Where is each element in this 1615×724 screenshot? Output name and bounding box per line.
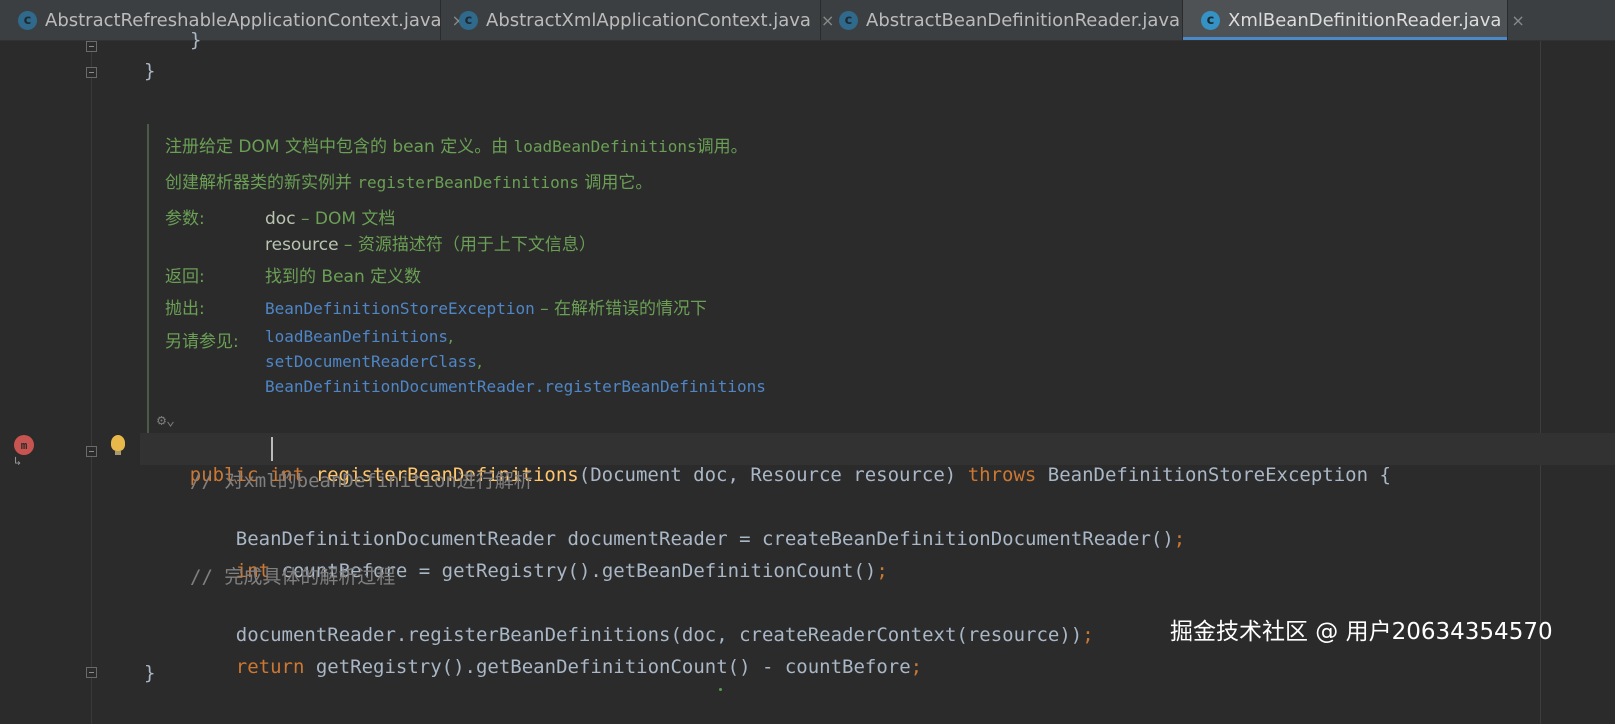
doc-returns-label: 返回: <box>165 267 205 287</box>
code-brace: } <box>190 29 202 51</box>
close-icon[interactable]: × <box>1511 11 1524 30</box>
class-icon: c <box>459 10 478 30</box>
fold-marker[interactable] <box>86 41 97 52</box>
editor-tab-bar: c AbstractRefreshableApplicationContext.… <box>0 0 1615 41</box>
doc-link[interactable]: BeanDefinitionStoreException <box>265 299 535 318</box>
doc-render-toggle-icon[interactable]: ⚙⌄ <box>157 411 175 429</box>
tab-label: AbstractXmlApplicationContext.java <box>486 9 811 31</box>
class-icon: c <box>18 10 37 30</box>
fold-marker[interactable] <box>86 446 97 457</box>
doc-params-label: 参数: <box>165 209 205 229</box>
tab-abstract-xml-application-context[interactable]: c AbstractXmlApplicationContext.java × <box>441 0 834 40</box>
implementation-arrow-icon: ↳ <box>14 454 22 468</box>
tab-label: AbstractRefreshableApplicationContext.ja… <box>45 9 442 31</box>
doc-link[interactable]: loadBeanDefinitions <box>265 327 448 346</box>
doc-see-item: BeanDefinitionDocumentReader.registerBea… <box>265 377 766 397</box>
tab-xml-bean-definition-reader[interactable]: c XmlBeanDefinitionReader.java × <box>1183 0 1525 40</box>
code-line: return getRegistry().getBeanDefinitionCo… <box>235 656 923 678</box>
tab-abstract-bean-definition-reader[interactable]: c AbstractBeanDefinitionReader.java × <box>821 0 1203 40</box>
doc-see-item: setDocumentReaderClass, <box>265 352 483 372</box>
lightbulb-icon[interactable] <box>111 435 125 455</box>
tab-label: AbstractBeanDefinitionReader.java <box>866 9 1181 31</box>
code-brace: } <box>144 60 156 82</box>
doc-see-label: 另请参见: <box>165 332 239 352</box>
indicator-dot <box>719 688 722 691</box>
tab-label: XmlBeanDefinitionReader.java <box>1228 9 1502 31</box>
doc-link[interactable]: BeanDefinitionDocumentReader.registerBea… <box>265 377 766 396</box>
doc-link[interactable]: setDocumentReaderClass <box>265 352 477 371</box>
class-icon: c <box>839 10 858 30</box>
fold-guide <box>91 41 92 724</box>
doc-summary-line: 创建解析器类的新实例并 registerBeanDefinitions 调用它。 <box>165 173 653 193</box>
doc-throws: BeanDefinitionStoreException – 在解析错误的情况下 <box>265 299 708 319</box>
doc-param: resource – 资源描述符（用于上下文信息） <box>265 235 596 255</box>
doc-summary-line: 注册给定 DOM 文档中包含的 bean 定义。由 loadBeanDefini… <box>165 137 748 157</box>
text-caret <box>271 437 273 461</box>
rendered-javadoc: 注册给定 DOM 文档中包含的 bean 定义。由 loadBeanDefini… <box>147 124 1549 444</box>
fold-marker[interactable] <box>86 667 97 678</box>
class-icon: c <box>1201 10 1220 30</box>
code-comment: // 完成具体的解析过程 <box>190 566 396 588</box>
tab-abstract-refreshable-application-context[interactable]: c AbstractRefreshableApplicationContext.… <box>0 0 465 40</box>
code-brace: } <box>144 662 156 684</box>
doc-param: doc – DOM 文档 <box>265 209 396 229</box>
override-marker-icon[interactable]: m <box>14 435 34 455</box>
doc-throws-label: 抛出: <box>165 299 205 319</box>
fold-marker[interactable] <box>86 67 97 78</box>
doc-returns: 找到的 Bean 定义数 <box>265 267 422 287</box>
doc-see-item: loadBeanDefinitions, <box>265 327 454 347</box>
code-comment: // 对xml的beanDefinition进行解析 <box>190 470 533 492</box>
watermark: 掘金技术社区 @ 用户20634354570 <box>1170 619 1553 645</box>
